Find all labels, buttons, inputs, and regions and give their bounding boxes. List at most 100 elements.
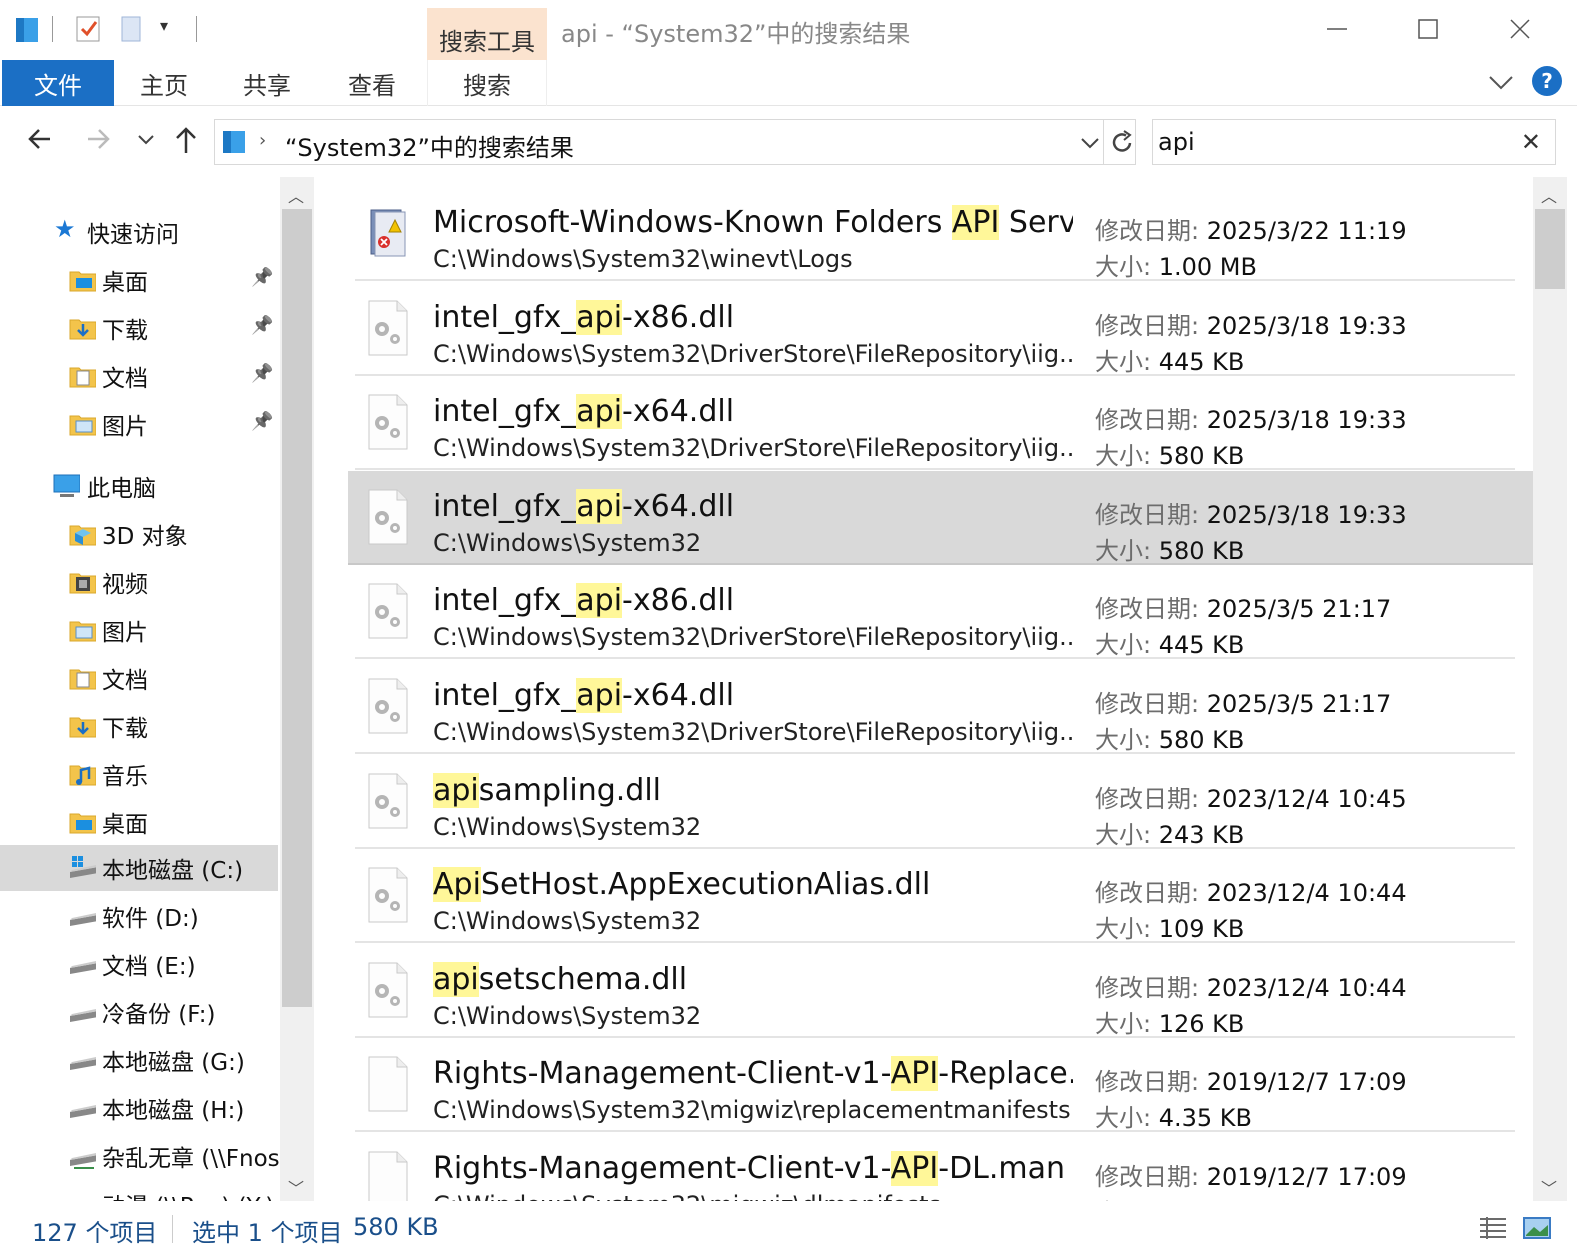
file-row[interactable]: apisampling.dll C:\Windows\System32 修改日期: …: [355, 755, 1515, 849]
forward-button[interactable]: [84, 125, 112, 160]
chevron-down-icon[interactable]: ﹀: [288, 1175, 304, 1199]
meta-value: 2023/12/4 10:44: [1206, 879, 1407, 908]
file-row[interactable]: intel_gfx_api-x64.dll C:\Windows\System32…: [348, 470, 1533, 565]
sidebar-item[interactable]: 文档: [0, 655, 278, 701]
help-button[interactable]: ?: [1532, 66, 1562, 96]
tab-search[interactable]: 搜索: [427, 60, 547, 106]
file-list-scroll-thumb[interactable]: [1535, 209, 1565, 289]
sidebar-item[interactable]: 图片 📌: [0, 401, 278, 447]
sidebar-item[interactable]: 下载 📌: [0, 305, 278, 351]
properties-icon[interactable]: [74, 14, 104, 44]
sidebar-item[interactable]: 杂乱无章 (\\Fnos: [0, 1133, 280, 1179]
nav-this-pc[interactable]: 此电脑: [0, 463, 278, 509]
file-name-part: SetHost.AppExecutionAlias.dll: [480, 867, 931, 903]
search-tools-context-tab: 搜索工具: [427, 8, 547, 60]
tab-file[interactable]: 文件: [2, 60, 114, 106]
expand-ribbon-button[interactable]: [1487, 70, 1515, 98]
sidebar-item-label: 图片: [102, 414, 148, 440]
tab-share[interactable]: 共享: [216, 60, 318, 106]
large-icons-view-icon[interactable]: [1522, 1215, 1552, 1241]
sidebar-item[interactable]: 3D 对象: [0, 511, 278, 557]
file-row[interactable]: Microsoft-Windows-Known Folders API Serv…: [355, 187, 1515, 281]
file-row[interactable]: intel_gfx_api-x86.dll C:\Windows\System32…: [355, 565, 1515, 660]
sidebar-item[interactable]: 本地磁盘 (G:): [0, 1037, 278, 1083]
sidebar-item[interactable]: 本地磁盘 (H:): [0, 1085, 278, 1131]
arrow-up-icon: [176, 127, 196, 153]
file-path: C:\Windows\System32: [433, 528, 702, 557]
close-button[interactable]: [1475, 4, 1565, 54]
chevron-up-icon[interactable]: ︿: [1541, 183, 1557, 207]
sidebar-item[interactable]: 下载: [0, 703, 278, 749]
refresh-icon[interactable]: [1111, 130, 1135, 156]
sidebar-item[interactable]: 本地磁盘 (C:): [0, 845, 278, 891]
folder-icon: [69, 271, 96, 292]
sidebar-item[interactable]: 动漫 (\\Pan) (Y:): [0, 1181, 278, 1201]
search-match-highlight: API: [890, 1056, 939, 1092]
sidebar-item[interactable]: 冷备份 (F:): [0, 989, 278, 1035]
ribbon: 文件 主页 共享 查看 搜索 ?: [0, 60, 1577, 106]
meta-value: 2023/12/4 10:45: [1206, 784, 1407, 813]
folder-icon: [69, 525, 96, 546]
search-match-highlight: api: [433, 961, 479, 997]
meta-label: 修改日期:: [1095, 1163, 1200, 1191]
file-list: Microsoft-Windows-Known Folders API Serv…: [315, 177, 1577, 1201]
pin-icon[interactable]: 📌: [251, 411, 273, 432]
chevron-down-icon[interactable]: [1079, 133, 1101, 153]
sidebar-item-label: 桌面: [102, 270, 148, 296]
file-row[interactable]: ApiSetHost.AppExecutionAlias.dll C:\Windo…: [355, 849, 1515, 944]
search-box[interactable]: ✕: [1152, 119, 1556, 165]
modified-date: 修改日期: 2019/12/7 17:09: [1095, 1157, 1407, 1192]
maximize-button[interactable]: [1383, 4, 1473, 54]
sidebar-item[interactable]: 文档 (E:): [0, 941, 278, 987]
sidebar-item[interactable]: 软件 (D:): [0, 893, 278, 939]
file-row[interactable]: intel_gfx_api-x86.dll C:\Windows\System32…: [355, 282, 1515, 376]
folder-icon: [69, 669, 96, 690]
pin-icon[interactable]: 📌: [251, 267, 273, 288]
file-row[interactable]: apisetschema.dll C:\Windows\System32 修改日期:…: [355, 944, 1515, 1038]
meta-value: 580 KB: [1158, 726, 1245, 754]
chevron-down-icon[interactable]: ﹀: [1541, 1175, 1557, 1199]
pin-icon[interactable]: 📌: [251, 315, 273, 336]
up-button[interactable]: [172, 125, 200, 162]
tab-home[interactable]: 主页: [114, 60, 214, 106]
customize-toolbar-icon[interactable]: ▾: [160, 16, 168, 35]
sidebar-item[interactable]: 视频: [0, 559, 278, 605]
meta-label: 修改日期:: [1095, 973, 1200, 1002]
sidebar-scroll-thumb[interactable]: [282, 209, 312, 1007]
meta-label: 修改日期:: [1095, 406, 1200, 435]
sidebar-item[interactable]: 文档 📌: [0, 353, 278, 399]
file-name-part: Microsoft-Windows-Known Folders: [433, 205, 952, 240]
tab-view[interactable]: 查看: [320, 60, 424, 106]
sidebar-scrollbar[interactable]: ︿ ﹀: [280, 177, 314, 1201]
new-folder-icon[interactable]: [118, 14, 146, 44]
file-row[interactable]: intel_gfx_api-x64.dll C:\Windows\System32…: [355, 660, 1515, 754]
search-match-highlight: api: [433, 772, 479, 808]
file-row[interactable]: Rights-Management-Client-v1-API-Replace.…: [355, 1038, 1515, 1133]
file-size: 大小: 109 KB: [1095, 909, 1244, 944]
nav-quick-access[interactable]: ★ 快速访问: [0, 209, 278, 255]
nav-label: 此电脑: [87, 476, 156, 502]
sidebar-item[interactable]: 图片: [0, 607, 278, 653]
back-button[interactable]: [26, 125, 54, 160]
help-icon: ?: [1541, 69, 1553, 93]
clear-search-icon[interactable]: ✕: [1521, 128, 1541, 156]
sidebar-item[interactable]: 桌面 📌: [0, 257, 278, 303]
search-input[interactable]: [1158, 126, 1498, 158]
search-match-highlight: api: [576, 488, 623, 524]
minimize-button[interactable]: [1292, 4, 1382, 54]
file-size: 大小: 1.00 MB: [1095, 247, 1257, 282]
recent-locations-button[interactable]: [136, 125, 156, 160]
details-view-icon[interactable]: [1478, 1215, 1508, 1241]
address-bar[interactable]: › “System32”中的搜索结果: [214, 119, 1136, 165]
sidebar-item[interactable]: 音乐: [0, 751, 278, 797]
file-list-scrollbar[interactable]: ︿ ﹀: [1533, 177, 1567, 1201]
sidebar-item[interactable]: 桌面: [0, 799, 278, 845]
minimize-icon: [1327, 28, 1347, 30]
file-row[interactable]: Rights-Management-Client-v1-API-DL.man C:…: [355, 1133, 1515, 1201]
file-path: C:\Windows\System32\migwiz\replacementma…: [433, 1096, 1071, 1125]
file-row[interactable]: intel_gfx_api-x64.dll C:\Windows\System32…: [355, 376, 1515, 471]
file-name-part: -x64.dll: [622, 394, 735, 430]
chevron-right-icon[interactable]: ›: [259, 130, 266, 151]
pin-icon[interactable]: 📌: [251, 363, 273, 384]
chevron-up-icon[interactable]: ︿: [288, 183, 304, 207]
